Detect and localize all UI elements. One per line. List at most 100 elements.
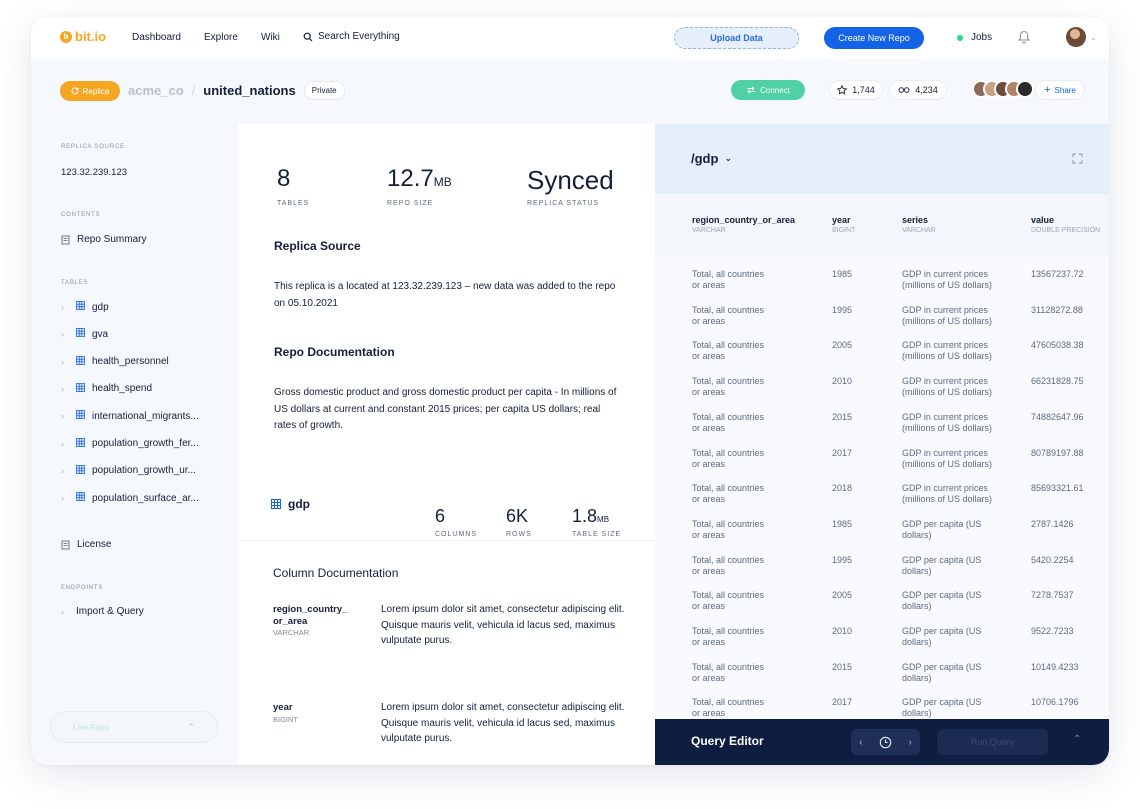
table-cell: 1995 (832, 304, 853, 315)
chevron-right-icon: › (61, 493, 64, 504)
chevron-right-icon: › (61, 411, 64, 422)
run-query-button[interactable]: Run Query (937, 729, 1048, 755)
tables-count: 8 (277, 165, 291, 192)
sidebar-item-import-query[interactable]: › Import & Query (61, 606, 144, 617)
logo[interactable]: b bit.io (60, 29, 106, 44)
chevron-right-icon: › (61, 383, 64, 394)
table-cell: 2017 (832, 447, 853, 458)
table-row[interactable]: Total, all countries or areas 2017 GDP in … (655, 448, 1109, 484)
search-bar[interactable]: Search Everything (303, 31, 400, 42)
chevron-left-icon[interactable]: ‹ (859, 737, 862, 748)
replica-badge[interactable]: Replica (60, 81, 120, 101)
data-table-header: region_country_or_area VARCHAR year BIGINT s… (655, 194, 1109, 256)
breadcrumb-repo[interactable]: united_nations (203, 83, 295, 98)
star-button[interactable]: 1,744 (829, 80, 883, 100)
table-row[interactable]: Total, all countries or areas 1995 GDP per… (655, 555, 1109, 591)
query-editor-title[interactable]: Query Editor (691, 734, 764, 748)
repo-header: Replica acme_co / united_nations Private… (31, 59, 1109, 125)
jobs-link[interactable]: Jobs (957, 32, 992, 43)
nav-explore[interactable]: Explore (204, 32, 238, 43)
clock-icon[interactable] (879, 736, 892, 749)
share-label: Share (1054, 85, 1076, 95)
breadcrumb-org[interactable]: acme_co (128, 83, 184, 98)
nav-dashboard[interactable]: Dashboard (132, 32, 181, 43)
bell-icon[interactable] (1018, 30, 1030, 44)
upload-data-button[interactable]: Upload Data (674, 27, 799, 49)
chevron-down-icon: ⌄ (724, 153, 732, 163)
table-icon (76, 410, 85, 422)
jobs-label: Jobs (971, 32, 993, 43)
column-header[interactable]: value DOUBLE PRECISION (1031, 215, 1100, 234)
table-cell: GDP per capita (US dollars) (902, 590, 982, 612)
chevron-right-icon: › (61, 606, 64, 617)
sidebar-item-table[interactable]: › population_surface_ar... (61, 492, 199, 504)
sidebar-item-table[interactable]: › population_growth_ur... (61, 464, 196, 477)
table-cell: GDP in current prices (millions of US do… (902, 304, 993, 326)
table-row[interactable]: Total, all countries or areas 1985 GDP per… (655, 519, 1109, 555)
sidebar-item-label: Import & Query (76, 606, 144, 617)
sidebar-item-label: population_growth_fer... (92, 438, 199, 449)
table-row[interactable]: Total, all countries or areas 2017 GDP per… (655, 697, 1109, 719)
table-cell: Total, all countries or areas (692, 447, 765, 469)
data-view-panel: /gdp ⌄ region_country_or_area VARCHAR year… (655, 124, 1109, 765)
live-repo-toggle[interactable]: Live Repo ⌃ (50, 711, 218, 743)
sidebar-item-table[interactable]: › population_growth_fer... (61, 437, 199, 450)
sidebar-item-table[interactable]: › gdp (61, 301, 109, 313)
table-cell: 74882647.96 (1031, 411, 1084, 422)
column-header-type: VARCHAR (692, 227, 726, 234)
table-row[interactable]: Total, all countries or areas 2015 GDP per… (655, 662, 1109, 698)
connect-button[interactable]: Connect (731, 80, 805, 100)
sidebar-item-label: population_growth_ur... (92, 465, 196, 477)
column-header[interactable]: year BIGINT (832, 215, 855, 234)
table-cell: GDP per capita (US dollars) (902, 626, 982, 647)
avatar (1016, 80, 1034, 98)
sidebar-item-license[interactable]: License (61, 539, 111, 550)
table-cell: Total, all countries or areas (692, 697, 765, 719)
table-row[interactable]: Total, all countries or areas 2018 GDP in … (655, 483, 1109, 519)
collaborator-avatars[interactable] (972, 80, 1034, 98)
sidebar-item-repo-summary[interactable]: Repo Summary (61, 234, 146, 245)
table-path: /gdp (691, 151, 719, 166)
table-cell: 13567237.72 (1031, 269, 1084, 279)
columns-label: COLUMNS (435, 531, 478, 538)
data-table-body[interactable]: Total, all countries or areas 1985 GDP in … (655, 256, 1109, 719)
create-repo-button[interactable]: Create New Repo (824, 27, 924, 49)
table-row[interactable]: Total, all countries or areas 2005 GDP in … (655, 340, 1109, 376)
table-cell: GDP in current prices (millions of US do… (902, 340, 993, 362)
user-menu[interactable]: ⌄ (1066, 27, 1097, 47)
table-cell: GDP in current prices (millions of US do… (902, 269, 993, 290)
document-icon (61, 235, 70, 244)
expand-icon[interactable] (1072, 153, 1083, 164)
sidebar-item-table[interactable]: › gva (61, 328, 108, 340)
sidebar-item-table[interactable]: › health_spend (61, 382, 152, 395)
top-nav: b bit.io Dashboard Explore Wiki Search E… (31, 17, 1109, 59)
share-button[interactable]: + Share (1035, 80, 1085, 100)
repo-size-label: REPO SIZE (387, 200, 434, 207)
table-row[interactable]: Total, all countries or areas 2015 GDP in … (655, 412, 1109, 448)
rows-count: 6K (506, 506, 529, 526)
nav-wiki[interactable]: Wiki (261, 32, 280, 43)
table-row[interactable]: Total, all countries or areas 1995 GDP in … (655, 305, 1109, 341)
table-row[interactable]: Total, all countries or areas 1985 GDP in … (655, 269, 1109, 305)
fork-button[interactable]: 4,234 (889, 80, 947, 100)
column-name: year (273, 702, 293, 713)
column-header[interactable]: region_country_or_area VARCHAR (692, 215, 795, 234)
data-view-header: /gdp ⌄ (655, 124, 1109, 194)
table-row[interactable]: Total, all countries or areas 2005 GDP per… (655, 590, 1109, 626)
table-path-selector[interactable]: /gdp ⌄ (691, 151, 732, 166)
table-icon (76, 382, 85, 395)
sidebar-item-table[interactable]: › health_personnel (61, 355, 169, 368)
table-row[interactable]: Total, all countries or areas 2010 GDP in … (655, 376, 1109, 412)
chevron-right-icon[interactable]: › (908, 737, 911, 748)
table-row[interactable]: Total, all countries or areas 2010 GDP per… (655, 626, 1109, 662)
breadcrumb-separator: / (191, 83, 196, 98)
repo-size-unit: MB (433, 175, 452, 189)
column-header[interactable]: series VARCHAR (902, 215, 936, 234)
sidebar-item-table[interactable]: › international_migrants... (61, 410, 199, 422)
column-doc-description: Lorem ipsum dolor sit amet, consectetur … (381, 604, 625, 646)
chevron-up-icon[interactable]: ⌃ (1073, 734, 1081, 745)
table-cell: Total, all countries or areas (692, 376, 765, 398)
table-cell: 85693321.61 (1031, 483, 1084, 494)
table-cell: GDP in current prices (millions of US do… (902, 376, 993, 398)
table-cell: GDP in current prices (millions of US do… (902, 447, 993, 469)
